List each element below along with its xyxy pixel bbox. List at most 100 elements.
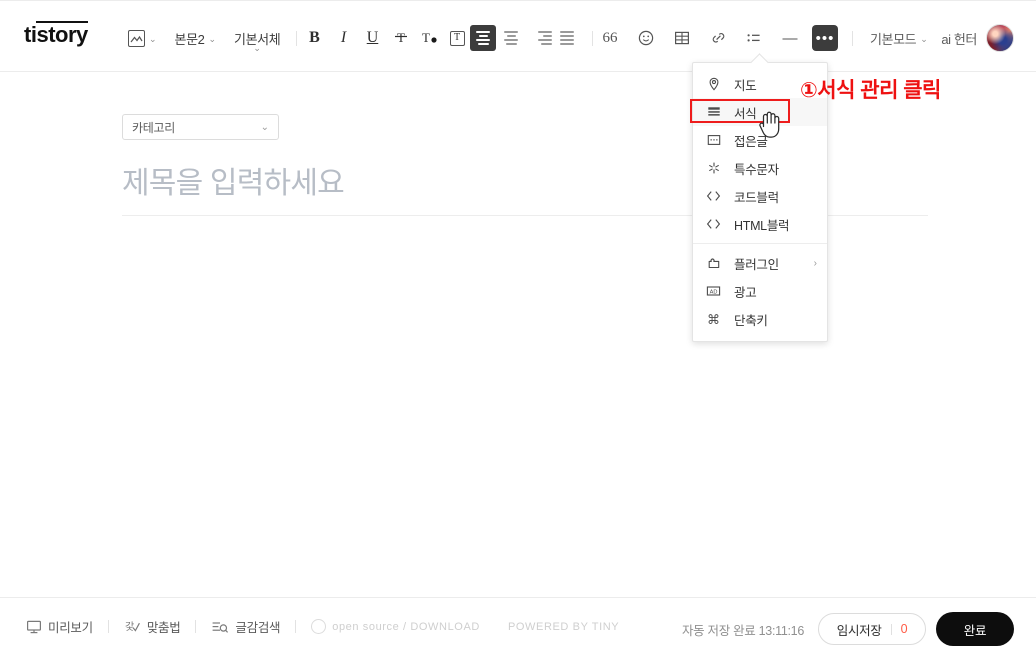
bold-button[interactable]: B: [300, 26, 329, 50]
material-search-label: 글감검색: [235, 621, 281, 635]
align-left-button[interactable]: [470, 25, 496, 51]
chevron-down-icon: ⌄: [260, 121, 269, 133]
text-box-icon: T: [453, 32, 461, 43]
text-color-button[interactable]: T: [415, 26, 443, 50]
user-avatar[interactable]: [986, 24, 1014, 52]
category-label: 카테고리: [132, 120, 175, 135]
horizontal-rule-button[interactable]: —: [776, 26, 804, 50]
emoticon-icon: [638, 30, 654, 46]
image-insert-button[interactable]: ⌄: [126, 26, 159, 50]
menu-item-label: 코드블럭: [734, 190, 779, 205]
spellcheck-icon: 갗: [124, 619, 141, 635]
toolbar-divider: [852, 30, 853, 46]
collapse-icon: [706, 133, 721, 148]
menu-item-shortcut[interactable]: ⌘ 단축키: [693, 305, 827, 333]
editor-footer: 미리보기 갗 맞춤법 글감검색 open source / DOWNLOAD P…: [0, 597, 1036, 655]
temp-save-count: 0: [900, 622, 908, 636]
svg-text:T: T: [422, 30, 430, 45]
menu-item-label: HTML블럭: [734, 218, 790, 233]
more-options-button[interactable]: •••: [812, 25, 838, 51]
editor-header: tistory ⌄ 본문2 ⌄ 기본서체 ⌄ B I U T T T 66 — …: [0, 1, 1036, 72]
menu-divider: [693, 243, 827, 244]
strikethrough-button[interactable]: T: [387, 26, 415, 50]
svg-text:T: T: [397, 30, 405, 45]
powered-by-tiny-label: POWERED BY TINY: [507, 620, 620, 633]
autosave-status: 자동 저장 완료 13:11:16: [681, 623, 804, 638]
underline-button[interactable]: U: [358, 26, 387, 50]
publish-button[interactable]: 완료: [936, 612, 1014, 646]
logo-text-pre: ti: [24, 22, 37, 47]
menu-item-label: 플러그인: [734, 257, 779, 272]
menu-item-code-block[interactable]: 코드블럭: [693, 182, 827, 210]
toolbar-divider: [592, 30, 593, 46]
tistory-logo[interactable]: tistory: [24, 21, 88, 47]
code-brackets-icon: [706, 217, 721, 232]
chevron-right-icon: ›: [813, 257, 817, 269]
list-icon: [747, 34, 760, 42]
more-options-menu: 지도 서식 접은글 특수문자 코드블럭 HTML블럭 플러그인 › AD 광고 …: [692, 62, 828, 342]
paragraph-style-dropdown[interactable]: 본문2 ⌄: [173, 26, 219, 50]
open-source-label: open source / DOWNLOAD: [332, 620, 480, 633]
chevron-down-icon: ⌄: [208, 33, 217, 44]
open-source-icon: [311, 619, 327, 634]
align-justify-button[interactable]: [554, 25, 580, 51]
spellcheck-label: 맞춤법: [146, 621, 181, 635]
toolbar-group-format: B I U T T T: [300, 25, 493, 51]
text-background-button[interactable]: T: [443, 26, 471, 50]
special-char-icon: [706, 161, 721, 176]
map-pin-icon: [706, 77, 721, 92]
account-area[interactable]: ai 헌터: [941, 24, 1014, 52]
preview-button[interactable]: 미리보기: [26, 617, 93, 636]
open-source-link[interactable]: open source / DOWNLOAD: [311, 619, 480, 634]
emoticon-button[interactable]: [632, 26, 660, 50]
logo-text-post: story: [36, 21, 88, 47]
menu-item-label: 단축키: [734, 313, 768, 328]
menu-item-label: 광고: [734, 285, 757, 300]
format-lines-icon: [706, 105, 721, 120]
post-title-input[interactable]: 제목을 입력하세요: [122, 158, 345, 202]
footer-left-tools: 미리보기 갗 맞춤법 글감검색 open source / DOWNLOAD P…: [26, 617, 619, 636]
menu-item-label: 접은글: [734, 134, 768, 149]
table-icon: [675, 31, 690, 45]
editor-mode-dropdown[interactable]: 기본모드 ⌄: [868, 26, 930, 50]
menu-item-label: 특수문자: [734, 162, 779, 177]
plugin-icon: [706, 256, 721, 271]
menu-item-special-char[interactable]: 특수문자: [693, 154, 827, 182]
footer-divider: [195, 620, 197, 633]
menu-item-plugin[interactable]: 플러그인 ›: [693, 249, 827, 277]
toolbar-group-align: [470, 25, 602, 51]
annotation-text: ①서식 관리 클릭: [800, 79, 941, 102]
editor-mode-label: 기본모드: [870, 31, 917, 47]
italic-button[interactable]: I: [329, 26, 358, 50]
account-name: ai 헌터: [941, 31, 977, 47]
monitor-icon: [26, 619, 42, 635]
command-icon: ⌘: [707, 311, 720, 327]
category-select[interactable]: 카테고리 ⌄: [122, 114, 279, 140]
quote-button[interactable]: 66: [596, 26, 624, 50]
align-center-button[interactable]: [498, 25, 524, 51]
menu-item-collapse[interactable]: 접은글: [693, 126, 827, 154]
temp-save-button[interactable]: 임시저장 0: [818, 613, 926, 645]
ad-icon: AD: [706, 284, 721, 299]
menu-item-html-block[interactable]: HTML블럭: [693, 210, 827, 238]
font-family-dropdown[interactable]: 기본서체 ⌄: [232, 26, 282, 53]
preview-label: 미리보기: [48, 621, 93, 635]
temp-save-label: 임시저장: [836, 623, 882, 638]
paragraph-style-label: 본문2: [174, 31, 205, 47]
svg-text:AD: AD: [710, 290, 718, 296]
spellcheck-button[interactable]: 갗 맞춤법: [124, 617, 181, 636]
svg-text:갗: 갗: [125, 621, 134, 633]
link-button[interactable]: [704, 26, 732, 50]
material-search-icon: [211, 619, 229, 635]
list-button[interactable]: [740, 26, 768, 50]
table-button[interactable]: [668, 26, 696, 50]
link-icon: [712, 33, 724, 43]
menu-item-ad[interactable]: AD 광고: [693, 277, 827, 305]
footer-divider: [295, 620, 297, 633]
align-right-button[interactable]: [526, 25, 552, 51]
chevron-down-icon: ⌄: [253, 43, 261, 53]
material-search-button[interactable]: 글감검색: [211, 617, 281, 636]
image-icon: [128, 29, 145, 47]
chevron-down-icon: ⌄: [149, 33, 157, 44]
toolbar-divider: [296, 30, 298, 46]
